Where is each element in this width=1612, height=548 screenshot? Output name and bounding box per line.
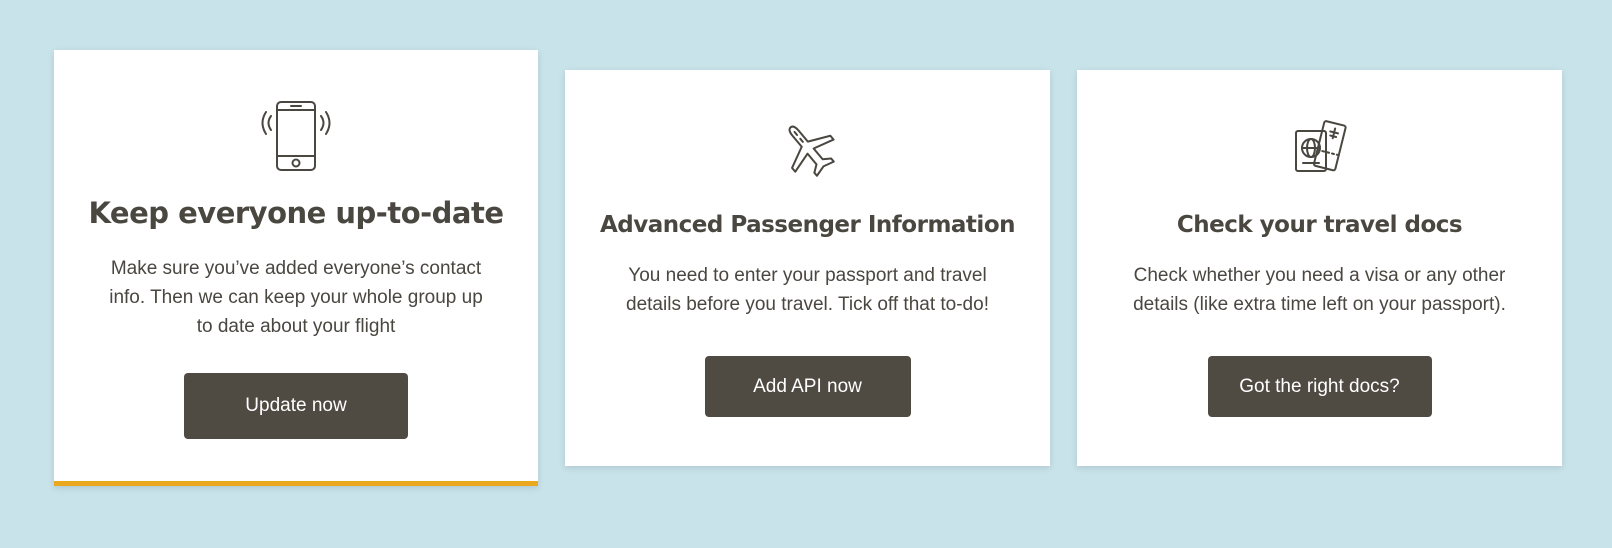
got-the-right-docs-button[interactable]: Got the right docs?	[1207, 356, 1432, 417]
passport-ticket-icon	[1293, 119, 1347, 175]
card-contact-info: Keep everyone up-to-date Make sure you’v…	[54, 50, 538, 486]
airplane-icon	[779, 119, 837, 177]
card-description: Check whether you need a visa or any oth…	[1133, 265, 1506, 315]
card-title: Check your travel docs	[1176, 212, 1463, 238]
card-description: Make sure you’ve added everyone’s contac…	[109, 258, 483, 337]
add-api-now-button[interactable]: Add API now	[704, 356, 911, 417]
card-travel-docs: Check your travel docs Check whether you…	[1077, 70, 1562, 466]
mobile-phone-vibrating-icon	[260, 101, 332, 171]
card-title: Advanced Passenger Information	[599, 212, 1016, 238]
card-title: Keep everyone up-to-date	[88, 196, 504, 230]
update-now-button[interactable]: Update now	[184, 373, 408, 439]
card-description: You need to enter your passport and trav…	[626, 265, 989, 315]
card-api: Advanced Passenger Information You need …	[565, 70, 1050, 466]
